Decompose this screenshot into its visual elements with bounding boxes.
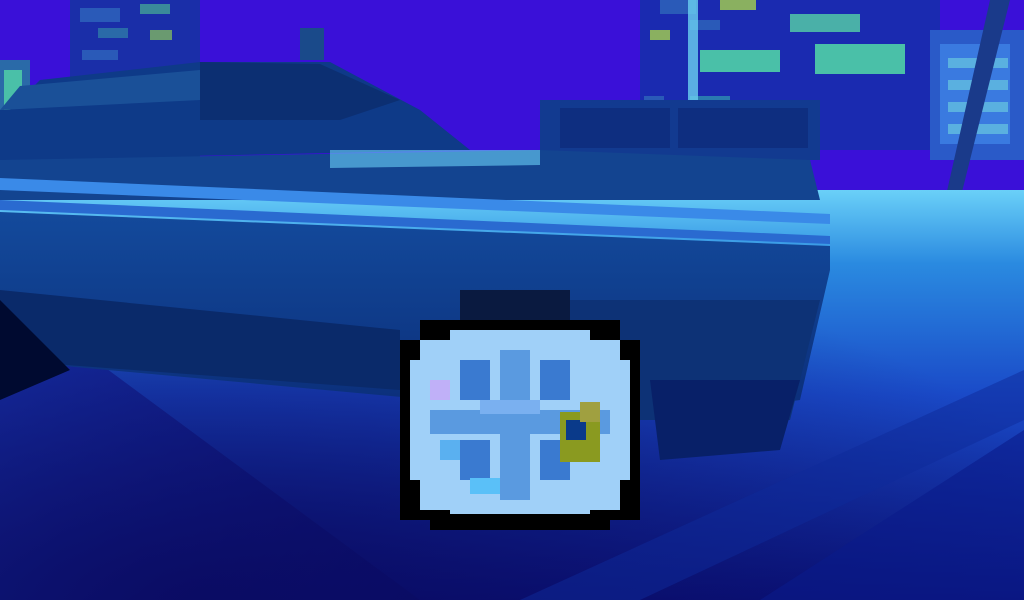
voxel-scene (0, 0, 1024, 600)
game-viewport[interactable] (0, 0, 1024, 600)
car-wheel (400, 290, 640, 530)
